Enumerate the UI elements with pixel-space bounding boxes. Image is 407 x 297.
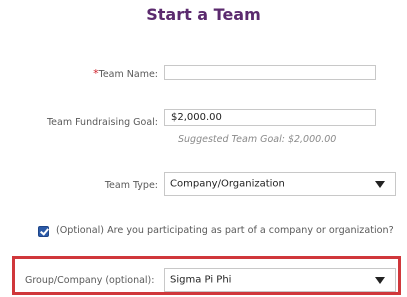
participation-checkbox-label[interactable]: (Optional) Are you participating as part… bbox=[56, 225, 394, 236]
fundraising-goal-input[interactable] bbox=[164, 109, 376, 126]
participation-checkbox[interactable] bbox=[38, 226, 49, 237]
group-company-select[interactable]: Sigma Pi Phi bbox=[164, 268, 396, 292]
suggested-goal-hint: Suggested Team Goal: $2,000.00 bbox=[178, 134, 337, 145]
team-name-input[interactable] bbox=[164, 65, 376, 80]
group-company-label: Group/Company (optional): bbox=[25, 275, 155, 286]
chevron-down-icon bbox=[375, 277, 385, 284]
group-company-selected-value: Sigma Pi Phi bbox=[170, 274, 232, 286]
chevron-down-icon bbox=[375, 181, 385, 188]
team-name-label: *Team Name: bbox=[93, 67, 158, 80]
fundraising-goal-label: Team Fundraising Goal: bbox=[46, 117, 158, 128]
team-name-label-text: Team Name: bbox=[98, 69, 158, 80]
page-title: Start a Team bbox=[146, 5, 261, 24]
team-type-label: Team Type: bbox=[104, 180, 158, 191]
team-type-selected-value: Company/Organization bbox=[170, 178, 285, 190]
team-type-select[interactable]: Company/Organization bbox=[164, 172, 396, 196]
